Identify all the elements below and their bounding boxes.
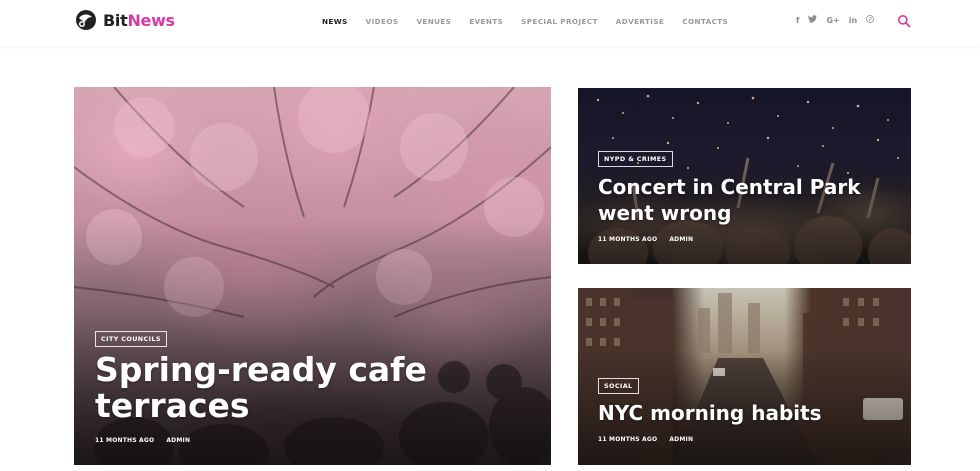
social-links: f G+ in: [796, 15, 875, 25]
article-author[interactable]: ADMIN: [669, 436, 693, 443]
nav-item-news[interactable]: NEWS: [322, 17, 348, 26]
article-card-nyc[interactable]: SOCIAL NYC morning habits 11 MONTHS AGO …: [578, 288, 911, 465]
article-title[interactable]: Spring-ready cafe terraces: [95, 352, 495, 424]
pinterest-icon[interactable]: [866, 15, 875, 25]
main-nav: NEWS VIDEOS VENUES EVENTS SPECIAL PROJEC…: [322, 17, 746, 26]
article-time: 11 MONTHS AGO: [598, 236, 658, 243]
logo-icon: [76, 10, 96, 30]
site-header: BitNews NEWS VIDEOS VENUES EVENTS SPECIA…: [0, 0, 980, 46]
brand-name: BitNews: [103, 11, 175, 30]
category-tag[interactable]: CITY COUNCILS: [95, 331, 167, 347]
brand-name-part1: Bit: [103, 10, 128, 30]
nav-item-events[interactable]: EVENTS: [469, 17, 503, 26]
nav-item-contacts[interactable]: CONTACTS: [682, 17, 728, 26]
article-author[interactable]: ADMIN: [166, 437, 190, 444]
nav-item-videos[interactable]: VIDEOS: [366, 17, 399, 26]
site-logo[interactable]: BitNews: [75, 9, 175, 31]
article-meta: 11 MONTHS AGO ADMIN: [95, 437, 190, 444]
article-title[interactable]: NYC morning habits: [598, 400, 898, 426]
linkedin-icon[interactable]: in: [849, 16, 857, 25]
google-plus-icon[interactable]: G+: [826, 16, 839, 25]
article-time: 11 MONTHS AGO: [95, 437, 155, 444]
article-time: 11 MONTHS AGO: [598, 436, 658, 443]
article-author[interactable]: ADMIN: [669, 236, 693, 243]
article-card-concert[interactable]: NYPD & CRIMES Concert in Central Park we…: [578, 88, 911, 264]
category-tag[interactable]: NYPD & CRIMES: [598, 151, 673, 167]
search-icon[interactable]: [897, 14, 911, 28]
article-title[interactable]: Concert in Central Park went wrong: [598, 174, 898, 226]
nav-item-venues[interactable]: VENUES: [416, 17, 451, 26]
article-meta: 11 MONTHS AGO ADMIN: [598, 236, 693, 243]
nav-item-advertise[interactable]: ADVERTISE: [616, 17, 664, 26]
category-tag[interactable]: SOCIAL: [598, 378, 639, 394]
featured-article-card[interactable]: CITY COUNCILS Spring-ready cafe terraces…: [74, 87, 551, 465]
brand-name-part2: News: [127, 10, 175, 30]
article-meta: 11 MONTHS AGO ADMIN: [598, 436, 693, 443]
nav-item-special-project[interactable]: SPECIAL PROJECT: [521, 17, 598, 26]
twitter-icon[interactable]: [808, 15, 818, 25]
facebook-icon[interactable]: f: [796, 16, 799, 25]
